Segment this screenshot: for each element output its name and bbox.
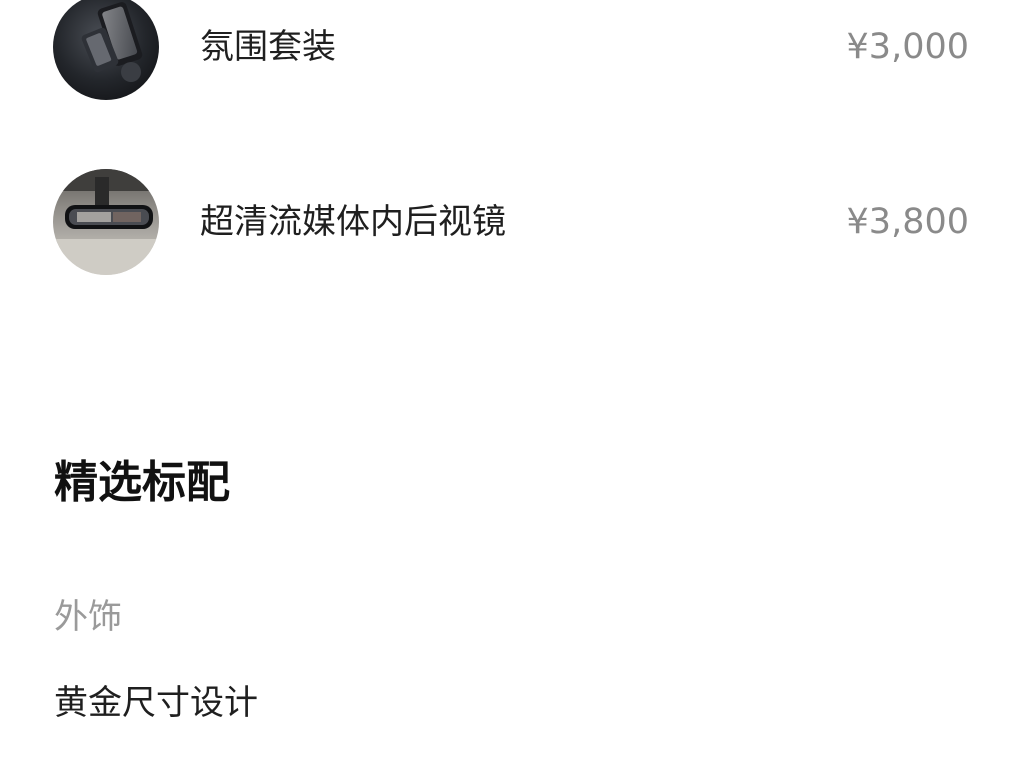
category-label-exterior: 外饰: [54, 597, 122, 637]
streaming-rearview-mirror-photo-icon: [53, 169, 159, 275]
rearview-mirror-thumbnail: [53, 169, 159, 275]
option-name: 超清流媒体内后视镜: [200, 202, 506, 242]
option-item-ambient-kit[interactable]: 氛围套装 ¥3,000: [0, 0, 1024, 100]
ambient-light-kit-photo-icon: [53, 0, 159, 100]
option-price: ¥3,000: [846, 27, 969, 67]
option-item-rearview-mirror[interactable]: 超清流媒体内后视镜 ¥3,800: [0, 169, 1024, 275]
option-name: 氛围套装: [200, 27, 336, 67]
section-title: 精选标配: [54, 457, 230, 508]
option-price: ¥3,800: [846, 202, 969, 242]
ambient-kit-thumbnail: [53, 0, 159, 100]
page: 氛围套装 ¥3,000 超清流媒体内后视镜 ¥3,800 精选标配 外饰 黄金尺…: [0, 0, 1024, 768]
feature-item[interactable]: 黄金尺寸设计: [54, 678, 258, 728]
